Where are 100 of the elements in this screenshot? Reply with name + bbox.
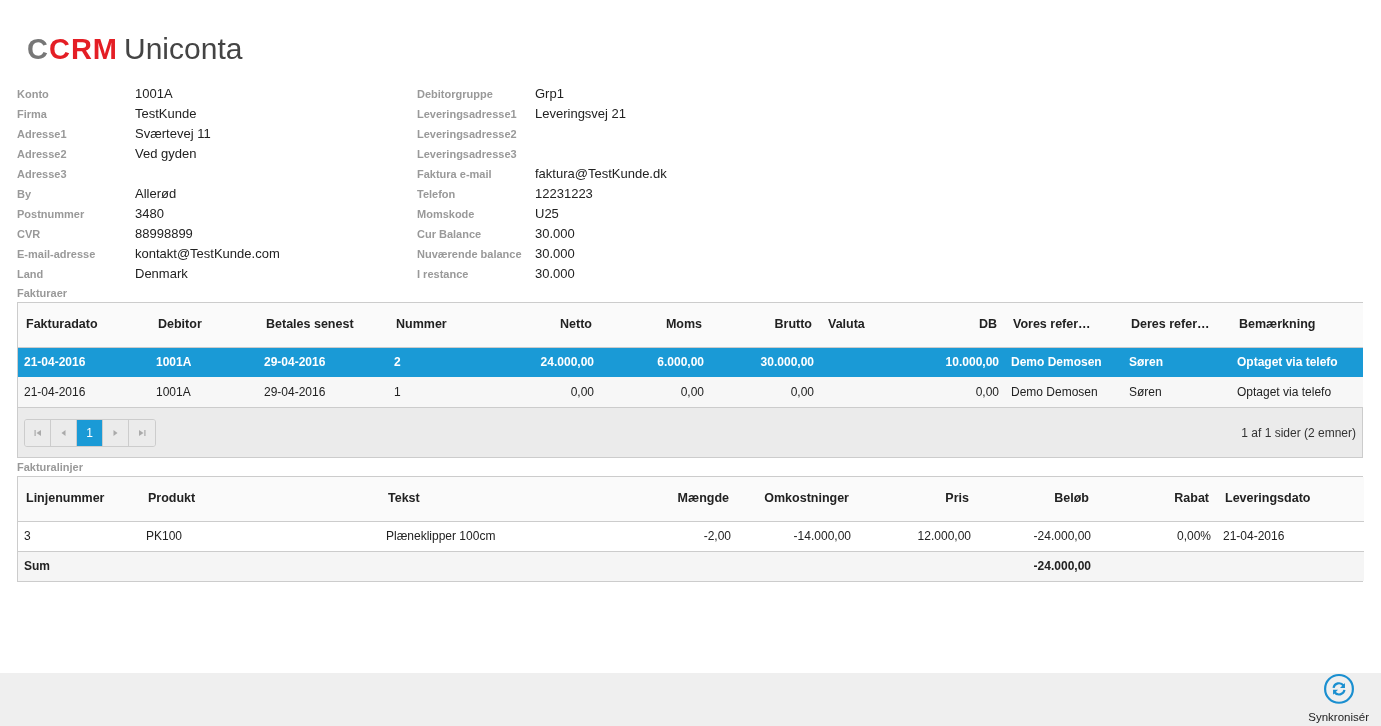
table-cell: 2 (388, 347, 500, 377)
column-header[interactable]: Rabat (1097, 477, 1217, 521)
column-header[interactable]: Pris (857, 477, 977, 521)
field-value: TestKunde (135, 105, 197, 124)
field-label: Nuværende balance (417, 246, 523, 262)
table-cell: 24.000,00 (500, 347, 600, 377)
field-label: Cur Balance (417, 226, 483, 242)
field-value: 1001A (135, 85, 173, 104)
column-header[interactable]: Tekst (380, 477, 620, 521)
table-cell: Sum (18, 551, 140, 581)
table-cell: 30.000,00 (710, 347, 820, 377)
column-header[interactable]: Brutto (710, 303, 820, 347)
table-cell: 21-04-2016 (18, 377, 150, 407)
field-value: Leveringsvej 21 (535, 105, 627, 124)
table-cell: Optaget via telefo (1231, 347, 1363, 377)
table-cell: PK100 (140, 521, 380, 551)
field-value: kontakt@TestKunde.com (135, 245, 280, 264)
field-value: Sværtevej 11 (135, 125, 211, 144)
field-label: Land (17, 266, 45, 282)
field-label: By (17, 186, 33, 202)
column-header[interactable]: DB (890, 303, 1005, 347)
last-page-icon[interactable] (138, 428, 146, 437)
field-value: 30.000 (535, 265, 575, 284)
column-header[interactable]: Vores refer… (1005, 303, 1123, 347)
table-cell: 3 (18, 521, 140, 551)
table-cell: Optaget via telefo (1231, 377, 1363, 407)
table-cell: 1001A (150, 347, 258, 377)
column-header[interactable]: Fakturadato (18, 303, 150, 347)
column-header[interactable]: Netto (500, 303, 600, 347)
column-header[interactable]: Moms (600, 303, 710, 347)
field-value: Allerød (135, 185, 177, 204)
field-value: Ved gyden (135, 145, 197, 164)
field-value: 88998899 (135, 225, 193, 244)
column-header[interactable]: Deres refer… (1123, 303, 1231, 347)
table-cell: 29-04-2016 (258, 377, 388, 407)
column-header[interactable]: Omkostninger (737, 477, 857, 521)
table-cell: 0,00 (500, 377, 600, 407)
field-label: Leveringsadresse2 (417, 126, 518, 142)
field-value: 30.000 (535, 225, 575, 244)
table-cell: -24.000,00 (977, 551, 1097, 581)
section-title: Fakturaer (17, 286, 69, 301)
table-cell: Demo Demosen (1005, 377, 1123, 407)
column-header[interactable]: Valuta (820, 303, 890, 347)
field-label: I restance (417, 266, 470, 282)
column-header[interactable]: Produkt (140, 477, 380, 521)
table-cell: 0,00% (1097, 521, 1217, 551)
field-value: 30.000 (535, 245, 575, 264)
table-cell: 0,00 (710, 377, 820, 407)
field-label: Adresse2 (17, 146, 68, 162)
field-label: Debitorgruppe (417, 86, 494, 102)
table-cell: Søren (1123, 347, 1231, 377)
column-header[interactable]: Mængde (620, 477, 737, 521)
table-cell: 0,00 (600, 377, 710, 407)
column-header[interactable]: Beløb (977, 477, 1097, 521)
table-cell: 1 (388, 377, 500, 407)
column-header[interactable]: Betales senest (258, 303, 388, 347)
field-label: CVR (17, 226, 42, 242)
field-label: Momskode (417, 206, 476, 222)
field-label: Firma (17, 106, 48, 122)
first-page-icon[interactable] (33, 428, 42, 437)
column-header[interactable]: Debitor (150, 303, 258, 347)
sync-icon (1322, 673, 1355, 705)
logo-name: Uniconta (124, 31, 243, 67)
field-value: faktura@TestKunde.dk (535, 165, 667, 184)
table-cell: 10.000,00 (890, 347, 1005, 377)
table-cell: -2,00 (620, 521, 737, 551)
field-value: Denmark (135, 265, 188, 284)
field-value: Grp1 (535, 85, 564, 104)
field-label: Telefon (417, 186, 457, 202)
table-cell: 21-04-2016 (18, 347, 150, 377)
logo-brand: CRM (48, 32, 118, 67)
logo-mark: C (27, 32, 49, 67)
column-header[interactable]: Bemærkning (1231, 303, 1363, 347)
section-title: Fakturalinjer (17, 460, 85, 475)
field-value: 12231223 (535, 185, 593, 204)
table-cell: 1001A (150, 377, 258, 407)
table-cell: 12.000,00 (857, 521, 977, 551)
previous-page-icon[interactable] (61, 428, 66, 437)
field-value: 3480 (135, 205, 164, 224)
field-label: Konto (17, 86, 50, 102)
field-label: Postnummer (17, 206, 86, 222)
column-header[interactable]: Linjenummer (18, 477, 140, 521)
field-label: Adresse1 (17, 126, 68, 142)
field-label: Leveringsadresse3 (417, 146, 518, 162)
table-cell: Demo Demosen (1005, 347, 1123, 377)
table-cell: 21-04-2016 (1217, 521, 1364, 551)
table-cell: 0,00 (890, 377, 1005, 407)
sync-button[interactable]: Synkronisér (1308, 673, 1369, 726)
field-label: Faktura e-mail (417, 166, 493, 182)
next-page-icon[interactable] (113, 428, 118, 437)
table-cell: 29-04-2016 (258, 347, 388, 377)
field-label: Adresse3 (17, 166, 68, 182)
table-cell: -24.000,00 (977, 521, 1097, 551)
pager-info: 1 af 1 sider (2 emner) (1241, 424, 1356, 442)
column-header[interactable]: Nummer (388, 303, 500, 347)
column-header[interactable]: Leveringsdato (1217, 477, 1364, 521)
table-cell: -14.000,00 (737, 521, 857, 551)
field-value: U25 (535, 205, 559, 224)
table-cell: Plæneklipper 100cm (380, 521, 620, 551)
table-cell: 6.000,00 (600, 347, 710, 377)
